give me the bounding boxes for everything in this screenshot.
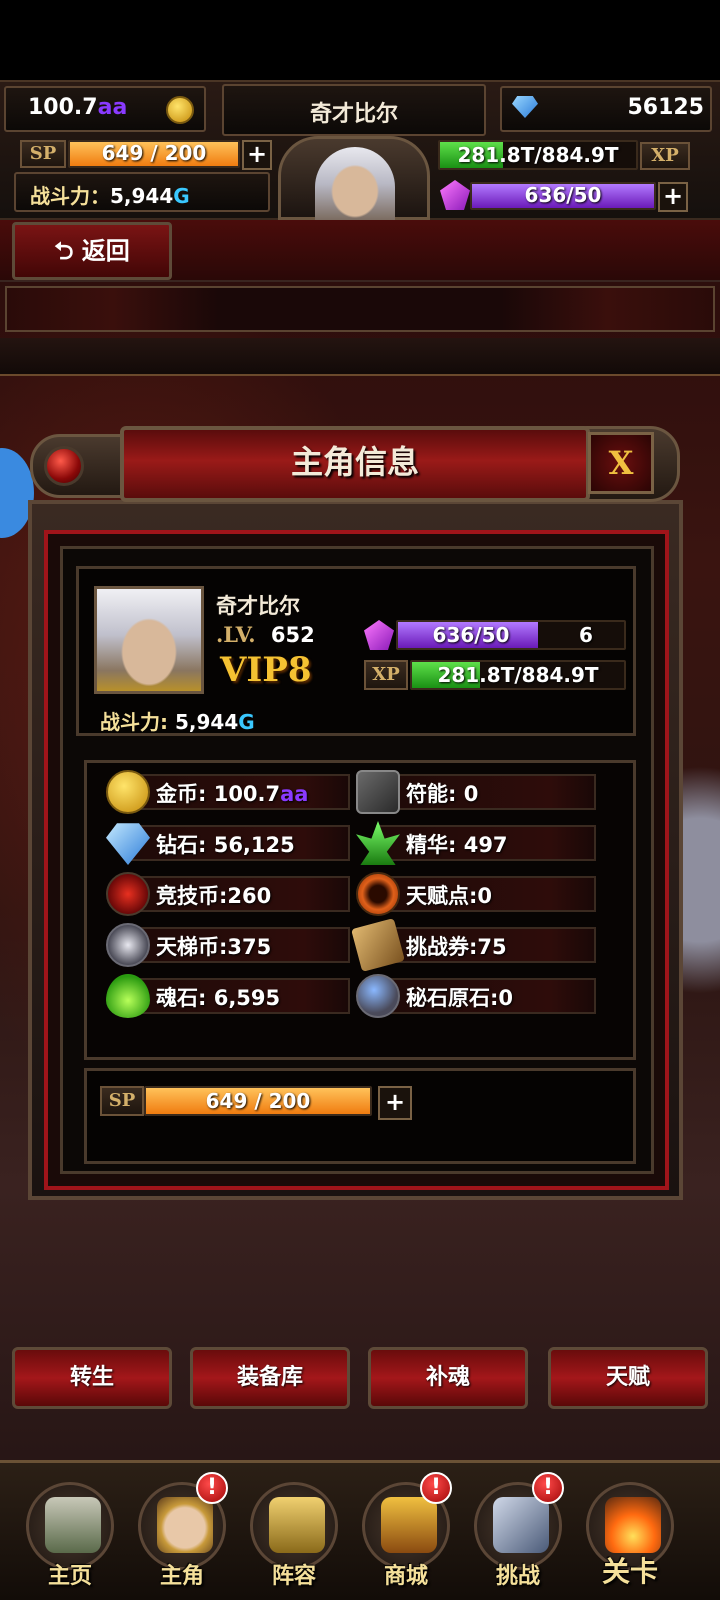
resource-label: 天梯币:375 <box>156 935 272 959</box>
diamond-value: 56125 <box>627 95 704 120</box>
hero-level: .LV. 652 <box>216 622 315 647</box>
arena-coin-icon <box>106 872 150 916</box>
talent-point-icon <box>356 872 400 916</box>
return-arrow-icon: ⮌ <box>54 237 74 265</box>
nav-item-castle[interactable]: 主页 <box>22 1478 118 1590</box>
nav-item-hero[interactable]: 主角! <box>134 1472 230 1590</box>
resource-label: 精华: 497 <box>406 833 508 857</box>
dialog-sp-add-button[interactable]: + <box>378 1086 412 1120</box>
nav-item-axe-sword[interactable]: 挑战! <box>470 1472 566 1590</box>
resource-label: 挑战券:75 <box>406 935 507 959</box>
resource-label: 符能: 0 <box>406 782 479 806</box>
hero-icon <box>157 1497 213 1553</box>
xp-bar: 281.8T/884.9T <box>438 140 638 170</box>
resource-label: 钻石: 56,125 <box>156 833 295 857</box>
nav-item-helmet[interactable]: 阵容 <box>246 1478 342 1590</box>
close-button[interactable]: X <box>588 432 654 494</box>
ornament-divider <box>0 338 720 376</box>
nav-label: 商城 <box>383 1564 428 1589</box>
nav-label: 主页 <box>47 1564 92 1589</box>
resource-label: 竞技币:260 <box>156 884 272 908</box>
axe-sword-icon <box>493 1497 549 1553</box>
hero-power: 战斗力: 5,944G <box>100 710 255 734</box>
sp-bar: 649 / 200 <box>68 140 240 168</box>
castle-icon <box>45 1497 101 1553</box>
hero-portrait <box>94 586 204 694</box>
gold-coin-icon <box>106 770 150 814</box>
nav-item-treasure-chest[interactable]: 商城! <box>358 1472 454 1590</box>
nav-label: 主角 <box>159 1564 204 1589</box>
rune-icon <box>356 770 400 814</box>
dialog-title: 主角信息 <box>290 443 419 481</box>
red-orb-icon <box>44 446 84 486</box>
nav-item-fire-gate[interactable]: 关卡 <box>582 1478 678 1590</box>
gold-value: 100.7aa <box>28 95 128 120</box>
rebirth-button[interactable]: 转生 <box>12 1347 172 1409</box>
gold-coin-icon <box>166 96 194 124</box>
ladder-coin-icon <box>106 923 150 967</box>
alert-badge: ! <box>532 1472 564 1504</box>
gem-add-button[interactable]: + <box>658 182 688 212</box>
avatar-frame[interactable] <box>278 136 430 221</box>
ornament-strip <box>5 286 715 332</box>
hero-xp-bar: 281.8T/884.9T <box>410 660 626 690</box>
alert-badge: ! <box>420 1472 452 1504</box>
talent-button[interactable]: 天赋 <box>548 1347 708 1409</box>
secret-stone-icon <box>356 974 400 1018</box>
sp-panel <box>84 1068 636 1164</box>
fire-gate-icon <box>605 1497 661 1553</box>
nav-frame <box>250 1482 338 1570</box>
nav-label: 阵容 <box>271 1564 316 1589</box>
nav-label: 关卡 <box>601 1555 658 1588</box>
armory-button[interactable]: 装备库 <box>190 1347 350 1409</box>
xp-tag: XP <box>640 142 690 170</box>
vip-level: VIP8 <box>220 650 312 690</box>
nav-label: 挑战 <box>495 1564 540 1589</box>
dialog-sp-tag: SP <box>100 1086 144 1116</box>
resource-label: 魂石: 6,595 <box>156 986 281 1010</box>
sp-add-button[interactable]: + <box>242 140 272 170</box>
hero-xp-tag: XP <box>364 660 408 690</box>
soul-stone-icon <box>106 974 150 1018</box>
treasure-chest-icon <box>381 1497 437 1553</box>
gem-bar: 636/50 <box>470 182 656 210</box>
avatar <box>315 147 395 221</box>
resource-label: 金币: 100.7aa <box>156 782 309 806</box>
helmet-icon <box>269 1497 325 1553</box>
player-name: 奇才比尔 <box>309 102 398 127</box>
alert-badge: ! <box>196 1472 228 1504</box>
hero-gem-bar: 636/50 6 <box>396 620 626 650</box>
power-display: 战斗力：5,944G <box>30 184 190 208</box>
replenish-soul-button[interactable]: 补魂 <box>368 1347 528 1409</box>
sp-tag: SP <box>20 140 66 168</box>
resource-label: 天赋点:0 <box>406 884 493 908</box>
hero-name: 奇才比尔 <box>216 594 300 618</box>
resource-label: 秘石原石:0 <box>406 986 514 1010</box>
dialog-sp-bar: 649 / 200 <box>144 1086 372 1116</box>
back-button[interactable]: ⮌ 返回 <box>12 222 172 280</box>
nav-frame <box>26 1482 114 1570</box>
